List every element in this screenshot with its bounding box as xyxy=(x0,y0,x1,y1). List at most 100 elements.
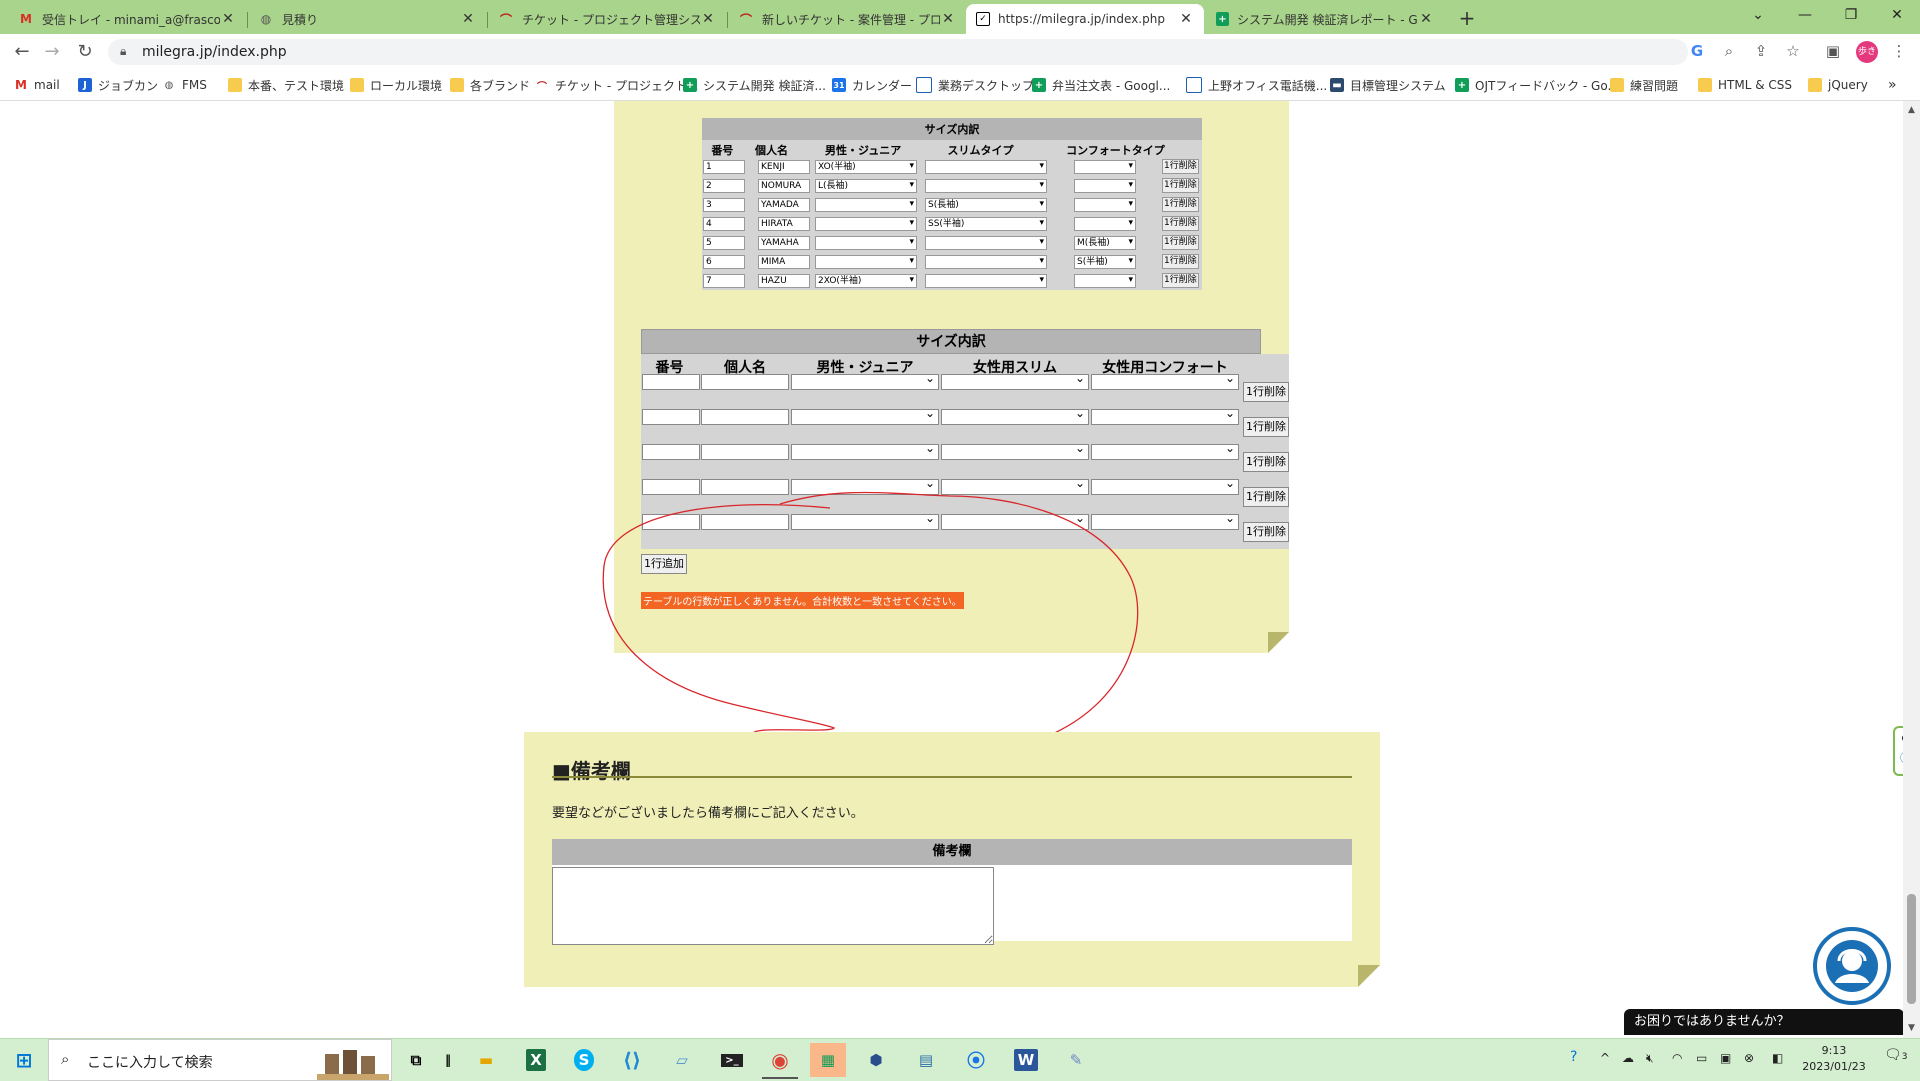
men-size-select[interactable] xyxy=(815,236,917,250)
name-input[interactable]: YAMAHA xyxy=(758,236,810,250)
men-size-select[interactable] xyxy=(815,198,917,212)
delete-row-button[interactable]: 1行削除 xyxy=(1243,382,1289,402)
tab-report[interactable]: + システム開発 検証済レポート - Goog ✕ xyxy=(1206,4,1444,34)
word-icon[interactable]: W xyxy=(1008,1043,1044,1077)
side-panel-icon[interactable]: ▣ xyxy=(1822,40,1844,62)
comfort-size-select[interactable] xyxy=(1074,274,1136,288)
delete-row-button[interactable]: 1行削除 xyxy=(1162,235,1199,250)
share-icon[interactable]: ⇪ xyxy=(1750,40,1772,62)
bookmark-folder-brand[interactable]: 各ブランド xyxy=(450,76,530,94)
name-input[interactable]: NOMURA xyxy=(758,179,810,193)
slim-size-select[interactable] xyxy=(925,255,1047,269)
notes-icon[interactable]: ▱ xyxy=(664,1043,700,1077)
close-icon[interactable]: ✕ xyxy=(1178,11,1194,27)
name-input[interactable]: KENJI xyxy=(758,160,810,174)
terminal-icon[interactable]: >_ xyxy=(714,1043,750,1077)
page-scrollbar[interactable]: ▲ ▼ xyxy=(1903,101,1920,1038)
widgets-icon[interactable]: ‖ xyxy=(430,1043,466,1077)
address-bar[interactable]: 🔒︎ milegra.jp/index.php xyxy=(108,39,1688,65)
name-input[interactable]: HAZU xyxy=(758,274,810,288)
close-icon[interactable]: ⊗ xyxy=(1895,728,1903,748)
slim-size-select[interactable] xyxy=(925,274,1047,288)
men-size-select[interactable]: XO(半袖) xyxy=(815,160,917,174)
chat-support-icon[interactable] xyxy=(1813,927,1891,1005)
explorer-icon[interactable]: ▬ xyxy=(468,1043,504,1077)
slim-size-select[interactable] xyxy=(925,160,1047,174)
number-input[interactable]: 3 xyxy=(703,198,745,212)
maps-icon[interactable]: ⦿ xyxy=(958,1043,994,1077)
skype-icon[interactable]: S xyxy=(566,1043,602,1077)
name-input[interactable]: MIMA xyxy=(758,255,810,269)
delete-row-button[interactable]: 1行削除 xyxy=(1162,159,1199,174)
taskbar-search[interactable]: ⌕ ここに入力して検索 xyxy=(48,1039,392,1081)
number-input[interactable]: 6 xyxy=(703,255,745,269)
women-comfort-select[interactable] xyxy=(1091,406,1239,425)
tab-ticket[interactable]: ⌒ チケット - プロジェクト管理システム ✕ xyxy=(488,4,726,34)
number-input[interactable] xyxy=(642,409,700,425)
monitor-icon[interactable]: ▣ xyxy=(1720,1051,1731,1065)
tab-search-button[interactable]: ⌄ xyxy=(1735,0,1781,30)
remarks-textarea[interactable] xyxy=(552,867,994,945)
bookmark-folder-jquery[interactable]: jQuery xyxy=(1808,76,1868,94)
side-extension-widget[interactable]: ⊗ ⓔ xyxy=(1893,726,1903,776)
taskbar-clock[interactable]: 9:13 2023/01/23 xyxy=(1802,1043,1866,1075)
tab-gmail[interactable]: M 受信トレイ - minami_a@frasco100 ✕ xyxy=(8,4,246,34)
delete-row-button[interactable]: 1行削除 xyxy=(1162,197,1199,212)
comfort-size-select[interactable] xyxy=(1074,217,1136,231)
bookmark-goals[interactable]: ▬ 目標管理システム xyxy=(1330,76,1446,94)
delete-row-button[interactable]: 1行削除 xyxy=(1162,178,1199,193)
delete-row-button[interactable]: 1行削除 xyxy=(1162,273,1199,288)
comfort-size-select[interactable] xyxy=(1074,198,1136,212)
bookmark-mail[interactable]: Mmail xyxy=(14,76,60,94)
bookmark-folder-prod[interactable]: 本番、テスト環境 xyxy=(228,76,344,94)
men-size-select[interactable] xyxy=(815,217,917,231)
network-icon[interactable]: ▤ xyxy=(908,1043,944,1077)
reload-button[interactable]: ↻ xyxy=(73,40,97,64)
scrollbar-thumb[interactable] xyxy=(1907,894,1916,1004)
women-comfort-select[interactable] xyxy=(1091,371,1239,390)
bookmark-fms[interactable]: ◍ FMS xyxy=(162,76,207,94)
zoom-icon[interactable]: ⌕ xyxy=(1718,40,1740,62)
bookmark-ojt[interactable]: + OJTフィードバック - Go... xyxy=(1455,76,1619,94)
close-icon[interactable]: ✕ xyxy=(700,11,716,27)
chrome-icon[interactable]: ◉ xyxy=(762,1043,798,1079)
bookmark-bento[interactable]: + 弁当注文表 - Googl... xyxy=(1032,76,1170,94)
power-icon[interactable]: ⊗ xyxy=(1744,1051,1754,1065)
delete-row-button[interactable]: 1行削除 xyxy=(1162,216,1199,231)
number-input[interactable]: 5 xyxy=(703,236,745,250)
bookmark-folder-local[interactable]: ローカル環境 xyxy=(350,76,442,94)
slim-size-select[interactable] xyxy=(925,179,1047,193)
close-icon[interactable]: ✕ xyxy=(1418,11,1434,27)
name-input[interactable] xyxy=(701,374,789,390)
app-icon[interactable]: ▦ xyxy=(810,1043,846,1077)
bookmark-star-icon[interactable]: ☆ xyxy=(1782,40,1804,62)
slim-size-select[interactable]: S(長袖) xyxy=(925,198,1047,212)
restore-button[interactable]: ❐ xyxy=(1828,0,1874,30)
bookmark-ticket[interactable]: ⌒ チケット - プロジェクト... xyxy=(535,76,698,94)
number-input[interactable]: 4 xyxy=(703,217,745,231)
windows-start-icon[interactable]: ⊞ xyxy=(6,1043,42,1077)
ime-icon[interactable]: ◧ xyxy=(1772,1051,1783,1065)
paint-icon[interactable]: ✎ xyxy=(1058,1043,1094,1077)
slim-size-select[interactable]: SS(半袖) xyxy=(925,217,1047,231)
bookmark-report[interactable]: + システム開発 検証済... xyxy=(683,76,826,94)
bookmark-calendar[interactable]: 31 カレンダー xyxy=(832,76,912,94)
onedrive-icon[interactable]: ☁ xyxy=(1622,1051,1634,1065)
comfort-size-select[interactable]: M(長袖) xyxy=(1074,236,1136,250)
bookmark-desktop[interactable]: 業務デスクトップ xyxy=(916,76,1034,94)
wifi-icon[interactable]: ◠ xyxy=(1672,1051,1682,1065)
help-icon[interactable]: ? xyxy=(1570,1049,1577,1065)
delete-row-button[interactable]: 1行削除 xyxy=(1243,452,1289,472)
number-input[interactable] xyxy=(642,374,700,390)
name-input[interactable] xyxy=(701,409,789,425)
minimize-button[interactable]: — xyxy=(1782,0,1828,30)
google-icon[interactable]: G xyxy=(1686,40,1708,62)
women-slim-select[interactable] xyxy=(941,371,1089,390)
men-size-select[interactable] xyxy=(791,371,939,390)
forward-button[interactable]: → xyxy=(40,40,64,64)
avatar[interactable]: 歩き xyxy=(1856,41,1878,63)
men-size-select[interactable]: L(長袖) xyxy=(815,179,917,193)
tab-estimate[interactable]: ◍ 見積り ✕ xyxy=(248,4,486,34)
notifications-icon[interactable]: 🗨︎3 xyxy=(1884,1047,1908,1063)
number-input[interactable]: 7 xyxy=(703,274,745,288)
